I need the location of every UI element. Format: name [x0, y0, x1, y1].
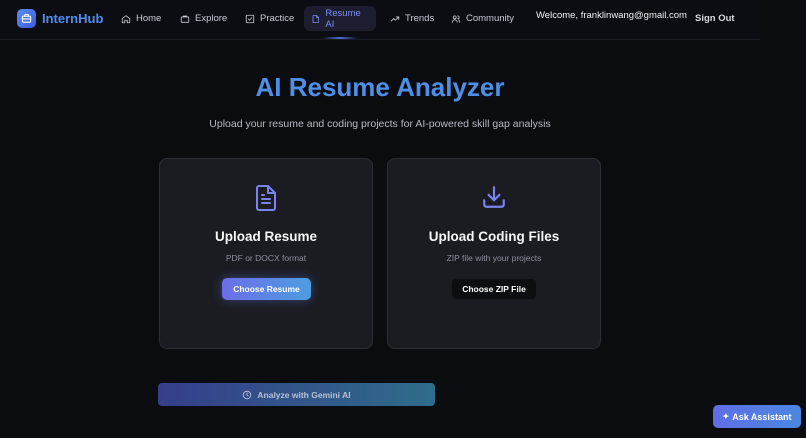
nav-item-home[interactable]: Home	[114, 6, 168, 31]
card-description: ZIP file with your projects	[446, 253, 542, 263]
card-description: PDF or DOCX format	[225, 253, 307, 263]
nav-item-label: Home	[136, 13, 162, 24]
clock-icon	[243, 390, 252, 399]
briefcase-icon	[180, 15, 190, 23]
ask-assistant-label: Ask Assistant	[732, 411, 792, 422]
checkbox-icon	[245, 14, 255, 23]
nav-item-label: Explore	[195, 13, 228, 24]
nav-item-community[interactable]: Community	[444, 6, 521, 31]
upload-resume-card: Upload Resume PDF or DOCX format Choose …	[159, 158, 373, 349]
home-icon	[121, 14, 131, 23]
briefcase-logo-icon	[17, 9, 36, 28]
nav-item-resume-ai[interactable]: Resume AI	[304, 6, 376, 31]
active-tab-indicator	[322, 37, 358, 39]
nav-item-trends[interactable]: Trends	[383, 6, 441, 31]
sign-out-button[interactable]: Sign Out	[695, 13, 735, 24]
upload-coding-files-card: Upload Coding Files ZIP file with your p…	[387, 158, 601, 349]
brand[interactable]: InternHub	[17, 9, 103, 28]
nav-item-explore[interactable]: Explore	[173, 6, 234, 31]
analyze-button-label: Analyze with Gemini AI	[257, 389, 351, 400]
page-subtitle: Upload your resume and coding projects f…	[209, 118, 551, 130]
welcome-text: Welcome, franklinwang@gmail.com	[536, 10, 687, 21]
download-icon	[388, 184, 600, 210]
card-title: Upload Resume	[214, 229, 318, 244]
nav-item-label: Community	[466, 13, 515, 24]
nav-item-label: Resume AI	[325, 7, 361, 30]
analyze-button[interactable]: Analyze with Gemini AI	[158, 383, 435, 406]
users-icon	[451, 14, 461, 23]
ask-assistant-button[interactable]: ✦ Ask Assistant	[713, 405, 801, 428]
document-icon	[160, 184, 372, 212]
brand-name: InternHub	[42, 11, 104, 26]
choose-resume-button[interactable]: Choose Resume	[222, 278, 311, 300]
card-title: Upload Coding Files	[428, 229, 560, 244]
nav-item-practice[interactable]: Practice	[238, 6, 301, 31]
sparkle-icon: ✦	[722, 412, 730, 421]
nav-item-label: Practice	[260, 13, 295, 24]
file-icon	[312, 14, 319, 23]
trending-up-icon	[390, 16, 400, 22]
nav-item-label: Trends	[405, 13, 435, 24]
choose-zip-file-button[interactable]: Choose ZIP File	[451, 278, 537, 300]
top-nav: InternHub Home Explore Practice Resume A…	[0, 0, 760, 40]
page-title: AI Resume Analyzer	[255, 72, 505, 102]
